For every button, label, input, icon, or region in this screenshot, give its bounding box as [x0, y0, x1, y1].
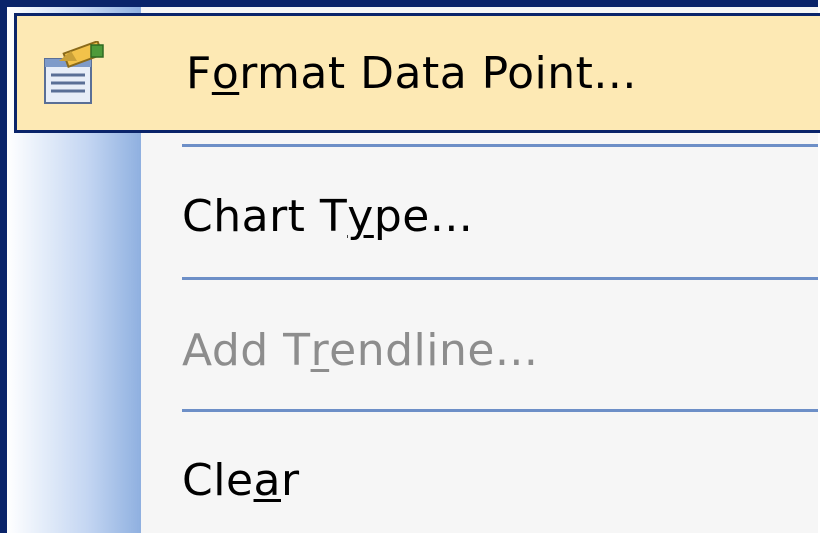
menu-item-label: Fo rmat Data Point... [186, 47, 637, 99]
menu-item-label: Cle a r [182, 454, 300, 506]
menu-separator [182, 409, 818, 412]
format-data-point-icon [39, 39, 111, 109]
menu-item-add-trendline: Add Tr endline... [7, 297, 818, 403]
menu-item-label: Chart Ty pe... [182, 190, 474, 242]
menu-item-label: Add Tr endline... [182, 324, 539, 376]
menu-item-clear[interactable]: Cle a r [7, 427, 818, 533]
menu-separator [182, 277, 818, 280]
menu-separator [182, 144, 818, 147]
menu-item-format-data-point[interactable]: Fo rmat Data Point... [14, 13, 820, 133]
menu-item-chart-type[interactable]: Chart Ty pe... [7, 163, 818, 269]
context-menu: Fo rmat Data Point... Chart Ty pe... Add T… [0, 0, 820, 533]
